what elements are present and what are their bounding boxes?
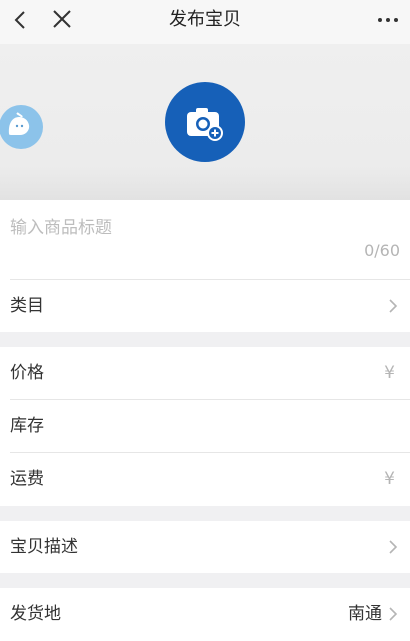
stock-label: 库存 xyxy=(10,416,44,436)
chevron-right-icon xyxy=(389,299,398,313)
price-row[interactable]: 价格 ¥ xyxy=(0,347,410,399)
close-icon xyxy=(53,10,71,28)
price-currency: ¥ xyxy=(384,363,395,383)
chevron-right-icon xyxy=(389,607,398,621)
ship-from-label: 发货地 xyxy=(10,604,61,624)
back-button[interactable] xyxy=(6,6,38,34)
chevron-right-icon xyxy=(389,540,398,554)
ship-from-row[interactable]: 发货地 南通 xyxy=(0,588,410,640)
stock-row[interactable]: 库存 xyxy=(0,400,410,452)
close-button[interactable] xyxy=(46,6,78,34)
title-category-card: 0/60 类目 xyxy=(0,200,410,332)
description-label: 宝贝描述 xyxy=(10,537,78,557)
ship-from-value: 南通 xyxy=(348,604,382,624)
nav-bar: 发布宝贝 xyxy=(0,0,410,44)
pricing-card: 价格 ¥ 库存 运费 ¥ xyxy=(0,347,410,506)
shipping-fee-row[interactable]: 运费 ¥ xyxy=(0,453,410,505)
chevron-left-icon xyxy=(14,11,25,29)
photo-upload-area xyxy=(0,44,410,200)
mascot-icon xyxy=(0,105,43,149)
shipping-fee-currency: ¥ xyxy=(384,469,395,489)
product-title-input[interactable] xyxy=(10,214,390,242)
ship-from-card: 发货地 南通 xyxy=(0,588,410,641)
price-label: 价格 xyxy=(10,363,44,383)
camera-plus-icon xyxy=(187,108,223,141)
description-card: 宝贝描述 xyxy=(0,521,410,573)
category-label: 类目 xyxy=(10,296,44,316)
add-photo-button[interactable] xyxy=(165,82,245,162)
more-button[interactable] xyxy=(370,6,406,34)
shipping-fee-label: 运费 xyxy=(10,469,44,489)
more-dots-icon xyxy=(378,18,398,22)
category-row[interactable]: 类目 xyxy=(0,280,410,332)
description-row[interactable]: 宝贝描述 xyxy=(0,521,410,573)
mascot-button[interactable] xyxy=(0,104,44,150)
title-char-count: 0/60 xyxy=(364,241,400,260)
